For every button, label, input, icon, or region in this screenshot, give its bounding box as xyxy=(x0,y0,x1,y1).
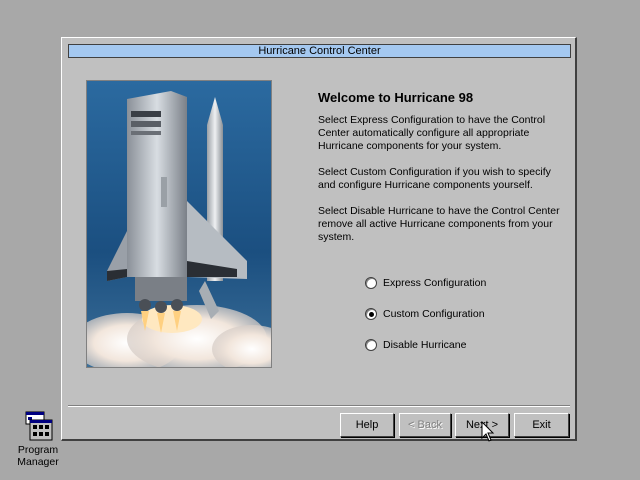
back-button[interactable]: < Back xyxy=(399,413,451,437)
custom-configuration-option[interactable]: Custom Configuration xyxy=(365,306,485,322)
express-configuration-label: Express Configuration xyxy=(383,277,487,289)
button-divider xyxy=(68,405,570,407)
program-manager-desktop-icon[interactable]: Program Manager xyxy=(8,410,68,468)
exit-button[interactable]: Exit xyxy=(514,413,569,437)
window-titlebar[interactable]: Hurricane Control Center xyxy=(68,44,571,58)
rocket-computer-image xyxy=(86,80,272,368)
disable-hurricane-option[interactable]: Disable Hurricane xyxy=(365,337,466,353)
express-configuration-option[interactable]: Express Configuration xyxy=(365,275,486,291)
desktop: Hurricane Control Center Welcome to Hurr… xyxy=(0,0,640,480)
express-configuration-radio[interactable] xyxy=(365,277,377,289)
program-manager-label-line1: Program xyxy=(17,444,59,456)
window-title: Hurricane Control Center xyxy=(258,45,381,57)
setup-window: Hurricane Control Center Welcome to Hurr… xyxy=(61,37,577,441)
express-description: Select Express Configuration to have the… xyxy=(318,114,546,152)
custom-configuration-label: Custom Configuration xyxy=(383,308,485,320)
disable-description: Select Disable Hurricane to have the Con… xyxy=(318,205,560,243)
disable-hurricane-label: Disable Hurricane xyxy=(383,339,467,351)
custom-configuration-radio[interactable] xyxy=(365,308,377,320)
disable-hurricane-radio[interactable] xyxy=(365,339,377,351)
help-button[interactable]: Help xyxy=(340,413,394,437)
program-manager-icon xyxy=(22,410,54,442)
welcome-heading: Welcome to Hurricane 98 xyxy=(318,90,474,105)
custom-description: Select Custom Configuration if you wish … xyxy=(318,166,551,191)
program-manager-label-line2: Manager xyxy=(17,456,59,468)
mouse-pointer-icon xyxy=(481,420,495,448)
